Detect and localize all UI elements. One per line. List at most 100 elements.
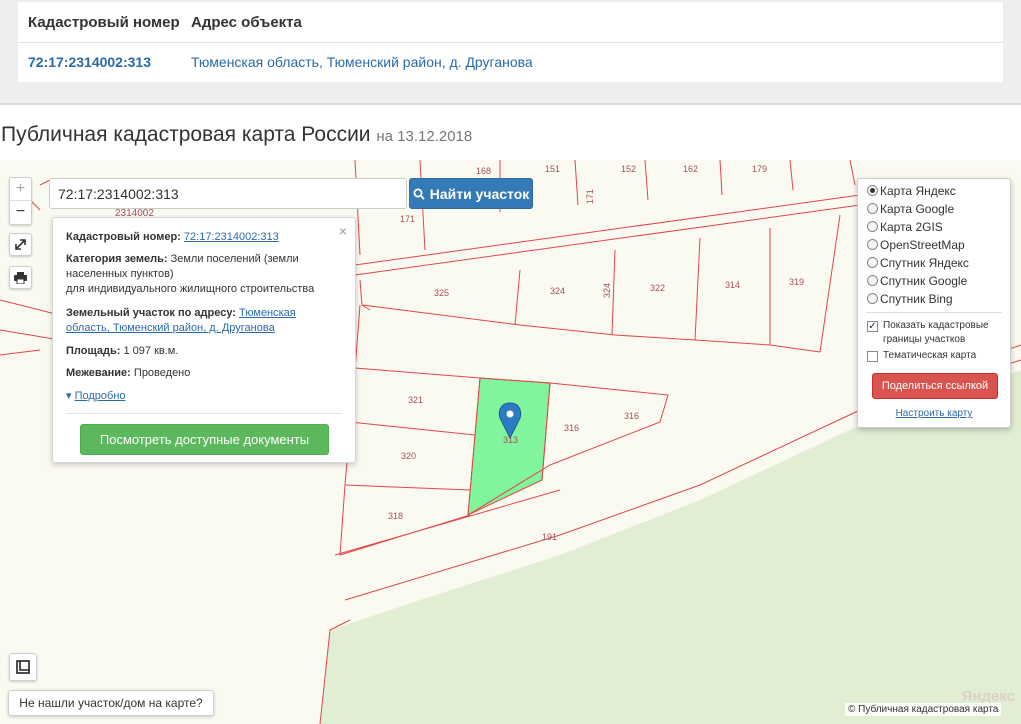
copyright-text: © Публичная кадастровая карта [845,703,1002,716]
popup-number-link[interactable]: 72:17:2314002:313 [184,231,279,243]
view-documents-button[interactable]: Посмотреть доступные документы [80,424,329,455]
popup-area-value: 1 097 кв.м. [123,345,179,357]
radio[interactable] [867,293,878,304]
header-cadastral-number: Кадастровый номер [28,14,180,31]
map-copyright: Яндекс © Публичная кадастровая карта [845,688,1021,724]
show-borders-checkbox[interactable]: ✓ [867,321,878,332]
layer-label: Карта Яндекс [880,183,956,198]
find-parcel-label: Найти участок [429,185,530,202]
fullscreen-button[interactable] [9,233,32,256]
layer-option-yandex-satellite[interactable]: Спутник Яндекс [867,254,969,271]
popup-category-value-1: Земли поселений (земли [170,253,299,265]
layer-label: Спутник Яндекс [880,255,969,270]
layer-label: Спутник Bing [880,291,953,306]
ruler-button[interactable] [9,653,37,681]
popup-address-row: Земельный участок по адресу: Тюменская о… [66,306,343,336]
parcel-label: 321 [408,395,423,405]
parcel-label: 162 [683,164,698,174]
show-borders-label-2: границы участков [883,334,966,345]
radio[interactable] [867,221,878,232]
find-parcel-button[interactable]: Найти участок [409,178,533,209]
share-link-button[interactable]: Поделиться ссылкой [872,373,998,399]
popup-area-label: Площадь: [66,345,121,357]
popup-address-label: Земельный участок по адресу: [66,307,236,319]
caret-down-icon: ▾ [66,390,72,402]
result-cadastral-number-link[interactable]: 72:17:2314002:313 [28,43,151,82]
parcel-label: 313 [503,435,518,445]
radio[interactable] [867,257,878,268]
parcel-label: 314 [725,280,740,290]
cadastral-map[interactable]: 168 151 171 152 162 179 171 325 324 324 … [0,160,1021,724]
layer-option-google-map[interactable]: Карта Google [867,200,954,217]
thematic-map-checkbox-row[interactable]: Тематическая карта [867,349,976,363]
map-date: на 13.12.2018 [376,128,473,145]
layer-option-openstreetmap[interactable]: OpenStreetMap [867,236,965,253]
popup-category-value-2: населенных пунктов) [66,268,174,280]
layers-divider [866,312,1002,313]
result-address-link[interactable]: Тюменская область, Тюменский район, д. Д… [191,43,533,82]
parcel-label: 320 [401,451,416,461]
page-title: Публичная кадастровая карта России на 13… [1,123,472,147]
layer-label: Карта 2GIS [880,219,943,234]
popup-area-row: Площадь: 1 097 кв.м. [66,344,343,359]
radio[interactable] [867,239,878,250]
more-details-link[interactable]: ▾ Подробно [66,389,126,402]
zoom-out-button[interactable]: − [10,201,31,224]
parcel-label: 324 [550,286,565,296]
parcel-label: 325 [434,288,449,298]
search-icon [413,188,425,200]
popup-address-link-2[interactable]: область, Тюменский район, д. Друганова [66,322,275,334]
layer-option-2gis-map[interactable]: Карта 2GIS [867,218,943,235]
print-button[interactable] [9,266,32,289]
thematic-map-checkbox[interactable] [867,351,878,362]
parcel-label: 316 [624,411,639,421]
popup-category-label: Категория земель: [66,253,168,265]
layer-option-bing-satellite[interactable]: Спутник Bing [867,290,953,307]
layer-option-google-satellite[interactable]: Спутник Google [867,272,967,289]
popup-number-row: Кадастровый номер: 72:17:2314002:313 [66,230,343,245]
fullscreen-icon [15,239,26,250]
ruler-icon [16,660,30,674]
popup-number-label: Кадастровый номер: [66,231,181,243]
parcel-label: 324 [602,283,612,298]
layer-option-yandex-map[interactable]: Карта Яндекс [867,182,956,199]
layer-label: Спутник Google [880,273,968,288]
parcel-label: 319 [789,277,804,287]
radio[interactable] [867,203,878,214]
not-found-parcel-button[interactable]: Не нашли участок/дом на карте? [8,690,214,716]
zoom-control: + − [9,177,32,225]
layer-label: Карта Google [880,201,955,216]
popup-divider [66,413,342,414]
radio[interactable] [867,275,878,286]
parcel-label: 318 [388,511,403,521]
parcel-info-popup: × Кадастровый номер: 72:17:2314002:313 К… [52,217,356,463]
show-borders-label: Показать кадастровые границы участков [883,319,989,347]
radio-selected[interactable] [867,185,878,196]
results-table: Кадастровый номер Адрес объекта 72:17:23… [18,2,1003,82]
parcel-label: 179 [752,164,767,174]
zoom-in-button[interactable]: + [10,178,31,201]
show-borders-label-1: Показать кадастровые [883,320,989,331]
more-details-label: Подробно [74,390,126,402]
parcel-label: 191 [542,532,557,542]
page-title-text: Публичная кадастровая карта России [1,123,371,146]
popup-category-value-3: для индивидуального жилищного строительс… [66,283,315,295]
thematic-map-label: Тематическая карта [883,350,977,361]
search-input[interactable] [49,178,407,209]
parcel-label: 168 [476,166,491,176]
parcel-label: 152 [621,164,636,174]
print-icon [14,271,27,284]
configure-map-link[interactable]: Настроить карту [858,408,1010,419]
popup-category-row: Категория земель: Земли поселений (земли… [66,252,343,297]
layer-label: OpenStreetMap [880,237,965,252]
header-address: Адрес объекта [191,14,302,31]
popup-survey-value: Проведено [133,367,191,379]
popup-survey-row: Межевание: Проведено [66,366,343,381]
map-layers-panel: Карта Яндекс Карта Google Карта 2GIS Ope… [857,178,1011,428]
popup-address-link-1[interactable]: Тюменская [239,307,296,319]
parcel-label: 322 [650,283,665,293]
parcel-label: 316 [564,423,579,433]
results-panel: Кадастровый номер Адрес объекта 72:17:23… [0,0,1021,105]
popup-survey-label: Межевание: [66,367,131,379]
show-borders-checkbox-row[interactable]: ✓ Показать кадастровые границы участков [867,319,989,347]
